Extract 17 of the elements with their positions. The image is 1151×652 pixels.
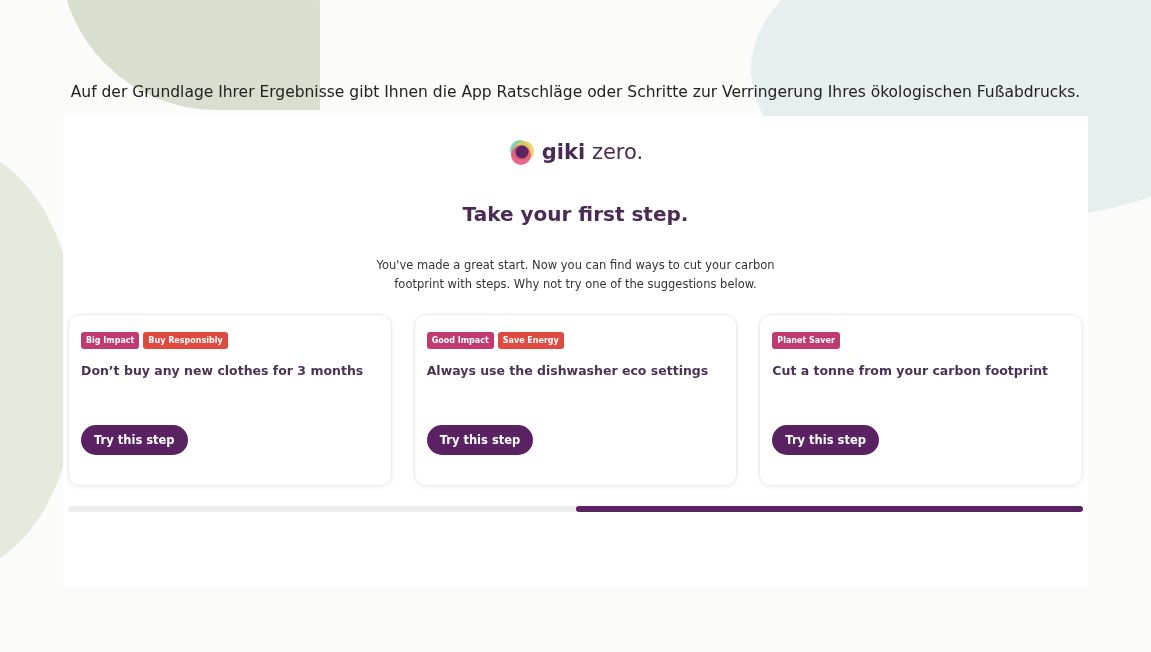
scroll-thumb[interactable] <box>575 506 1083 512</box>
try-step-button[interactable]: Try this step <box>81 425 188 455</box>
impact-tag: Planet Saver <box>772 332 840 349</box>
impact-tag: Big Impact <box>81 332 140 349</box>
logo-icon <box>507 138 536 166</box>
try-step-button[interactable]: Try this step <box>426 425 534 455</box>
intro-text: You've made a great start. Now you can find ways to cut your carbon footprint with steps. Why not try one of the suggestions below. <box>375 257 776 293</box>
logo-text: giki zero. <box>541 140 644 164</box>
category-tag: Save Energy <box>497 332 564 349</box>
step-title: Don’t buy any new clothes for 3 months <box>81 363 364 378</box>
step-title: Cut a tonne from your carbon footprint <box>772 363 1049 378</box>
step-title: Always use the dishwasher eco settings <box>426 363 709 378</box>
try-step-button[interactable]: Try this step <box>772 425 879 455</box>
page-heading: Take your first step. <box>462 202 689 226</box>
category-tag: Buy Responsibly <box>143 332 228 349</box>
impact-tag: Good Impact <box>426 332 494 349</box>
slide-caption: Auf der Grundlage Ihrer Ergebnisse gibt Ihnen die App Ratschläge oder Schritte zur Verringerung Ihres ökologischen Fußabdrucks. <box>69 82 1082 103</box>
